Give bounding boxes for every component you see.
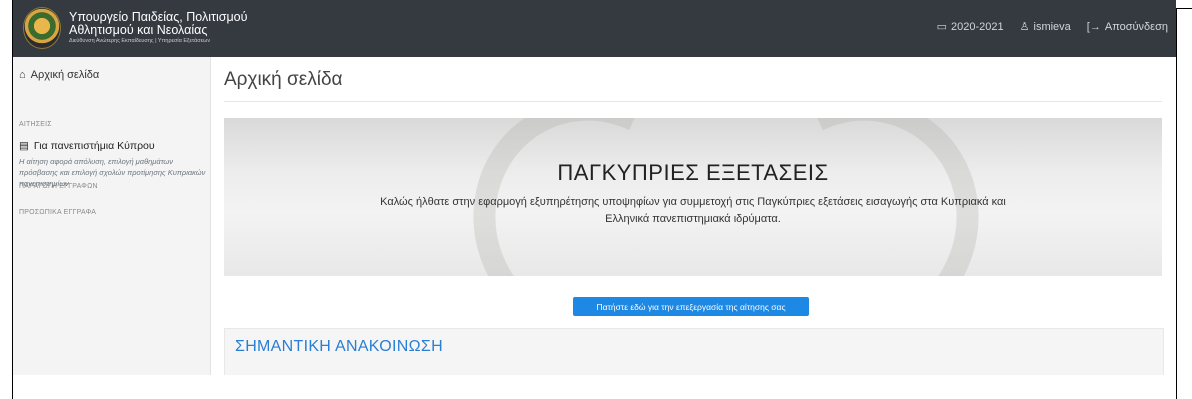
logout-icon: [→ bbox=[1086, 20, 1101, 33]
sidebar-section-applications: ΑΙΤΗΣΕΙΣ bbox=[19, 121, 52, 128]
hero-text: Καλώς ήλθατε στην εφαρμογή εξυπηρέτησης … bbox=[380, 196, 1006, 225]
main-content: Αρχική σελίδα ΠΑΓΚΥΠΡΙΕΣ ΕΞΕΤΑΣΕΙΣ Καλώς… bbox=[210, 57, 1176, 375]
ministry-emblem-icon bbox=[23, 7, 61, 49]
brand[interactable]: Υπουργείο Παιδείας, Πολιτισμού Αθλητισμο… bbox=[23, 6, 247, 50]
page-title: Αρχική σελίδα bbox=[224, 69, 343, 90]
announcement-title: ΣΗΜΑΝΤΙΚΗ ΑΝΑΚΟΙΝΩΣΗ bbox=[235, 338, 443, 355]
user-menu[interactable]: ♙ ismieva bbox=[1019, 20, 1071, 34]
frame-top-line bbox=[1176, 8, 1192, 9]
title-divider bbox=[224, 101, 1162, 102]
hero-banner: ΠΑΓΚΥΠΡΙΕΣ ΕΞΕΤΑΣΕΙΣ Καλώς ήλθατε στην ε… bbox=[224, 118, 1162, 276]
brand-text: Υπουργείο Παιδείας, Πολιτισμού Αθλητισμο… bbox=[69, 10, 247, 45]
hero-title: ΠΑΓΚΥΠΡΙΕΣ ΕΞΕΤΑΣΕΙΣ bbox=[557, 160, 829, 185]
sidebar-item-cyprus-label: Για πανεπιστήμια Κύπρου bbox=[33, 140, 155, 152]
sidebar-section-documents[interactable]: ΠΑΡΑΓΩΓΗ ΕΓΓΡΑΦΩΝ bbox=[19, 183, 98, 190]
sidebar-item-home[interactable]: ⌂ Αρχική σελίδα bbox=[19, 69, 99, 81]
top-navbar: Υπουργείο Παιδείας, Πολιτισμού Αθλητισμο… bbox=[13, 0, 1176, 57]
frame-right-line bbox=[1176, 8, 1177, 399]
username: ismieva bbox=[1033, 20, 1071, 33]
sidebar-item-home-label: Αρχική σελίδα bbox=[30, 69, 100, 81]
brand-line2: Αθλητισμού και Νεολαίας bbox=[69, 23, 208, 38]
logout-label: Αποσύνδεση bbox=[1104, 20, 1168, 33]
sidebar-item-cyprus-universities[interactable]: ▤ Για πανεπιστήμια Κύπρου bbox=[19, 140, 155, 152]
academic-year-label: 2020-2021 bbox=[951, 20, 1004, 33]
logout-link[interactable]: [→ Αποσύνδεση bbox=[1087, 21, 1168, 33]
sidebar-section-personal[interactable]: ΠΡΟΣΩΠΙΚΑ ΕΓΓΡΑΦΑ bbox=[19, 209, 96, 216]
brand-line3: Διεύθυνση Ανώτερης Εκπαίδευσης | Υπηρεσί… bbox=[69, 38, 211, 45]
academic-year[interactable]: ▭ 2020-2021 bbox=[936, 20, 1004, 34]
app-window: Υπουργείο Παιδείας, Πολιτισμού Αθλητισμο… bbox=[13, 0, 1176, 375]
user-icon: ♙ bbox=[1019, 21, 1030, 33]
home-icon: ⌂ bbox=[19, 69, 26, 81]
calendar-icon: ▭ bbox=[936, 21, 948, 33]
announcement-panel: ΣΗΜΑΝΤΙΚΗ ΑΝΑΚΟΙΝΩΣΗ bbox=[224, 328, 1164, 375]
edit-application-button[interactable]: Πατήστε εδώ για την επεξεργασία της αίτη… bbox=[573, 297, 809, 316]
document-icon: ▤ bbox=[19, 140, 29, 152]
sidebar: ⌂ Αρχική σελίδα ΑΙΤΗΣΕΙΣ ▤ Για πανεπιστή… bbox=[13, 57, 211, 375]
navbar-right: ▭ 2020-2021 ♙ ismieva [→ Αποσύνδεση bbox=[936, 20, 1168, 34]
